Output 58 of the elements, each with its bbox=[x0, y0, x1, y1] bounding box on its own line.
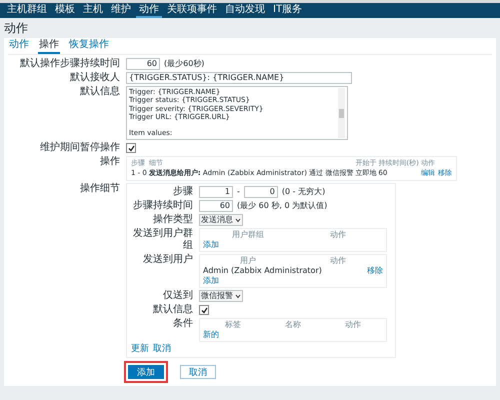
nav-item[interactable]: 模板 bbox=[52, 3, 78, 18]
nav-item[interactable]: 自动发现 bbox=[222, 3, 268, 18]
field-label: 操作类型 bbox=[152, 214, 193, 226]
form-link[interactable]: 取消 bbox=[153, 344, 171, 355]
field-label: 步骤 bbox=[172, 186, 193, 198]
scrollbar[interactable] bbox=[338, 88, 345, 138]
field-label: 发送到用户 bbox=[142, 254, 193, 266]
field-label: 条件 bbox=[172, 318, 193, 330]
number-input[interactable]: 60 bbox=[199, 200, 233, 212]
dropdown[interactable]: 发送消息 bbox=[199, 214, 243, 226]
checkbox[interactable] bbox=[199, 305, 209, 315]
nav-item[interactable]: 动作 bbox=[136, 3, 162, 18]
tab[interactable]: 操作 bbox=[38, 38, 60, 54]
number-input[interactable]: 60 bbox=[126, 58, 160, 70]
field-label: 维护期间暂停操作 bbox=[39, 142, 120, 154]
number-input[interactable]: 1 bbox=[199, 186, 233, 198]
field-label: 操作细节 bbox=[79, 183, 120, 195]
nav-item[interactable]: IT服务 bbox=[270, 3, 306, 18]
text-input[interactable]: {TRIGGER.STATUS}: {TRIGGER.NAME} bbox=[126, 72, 352, 84]
field-label: 默认操作步骤持续时间 bbox=[19, 58, 120, 70]
field-label: 默认信息 bbox=[79, 86, 120, 98]
dropdown[interactable]: 微信报警 bbox=[199, 290, 243, 302]
checkbox[interactable] bbox=[126, 143, 136, 153]
hint-text: (0 - 无穷大) bbox=[282, 186, 326, 198]
page-title: 动作 bbox=[3, 20, 29, 37]
add-link[interactable]: 添加 bbox=[203, 276, 219, 286]
add-button[interactable]: 添加 bbox=[128, 365, 164, 379]
field-label: 默认信息 bbox=[152, 304, 193, 316]
caret-icon bbox=[235, 217, 241, 223]
hint-text: (最少 60 秒, 0 为默认值) bbox=[237, 200, 328, 212]
field-label: 步骤持续时间 bbox=[132, 200, 193, 212]
table-cell: Admin (Zabbix Administrator) bbox=[203, 266, 322, 276]
nav-item[interactable]: 维护 bbox=[108, 3, 134, 18]
add-link[interactable]: 新的 bbox=[203, 330, 219, 340]
add-link[interactable]: 添加 bbox=[203, 240, 219, 250]
column-header: 动作 bbox=[329, 230, 347, 240]
column-header: 动作 bbox=[329, 256, 347, 266]
number-input[interactable]: 0 bbox=[244, 186, 278, 198]
nav-item[interactable]: 主机群组 bbox=[4, 3, 50, 18]
field-label: 操作 bbox=[99, 156, 120, 168]
column-header: 标签 bbox=[224, 320, 242, 330]
hint-text: (最少60秒) bbox=[164, 58, 204, 70]
field-label: 默认接收人 bbox=[69, 72, 120, 84]
column-header: 用户群组 bbox=[231, 230, 265, 240]
column-header: 动作 bbox=[344, 320, 362, 330]
field-label: 仅送到 bbox=[162, 290, 193, 302]
cancel-button[interactable]: 取消 bbox=[180, 365, 216, 379]
separator-text: - bbox=[237, 186, 240, 198]
nav-item[interactable]: 主机 bbox=[80, 3, 106, 18]
column-header: 名称 bbox=[284, 320, 302, 330]
nav-item[interactable]: 关联项事件 bbox=[164, 3, 220, 18]
tab[interactable]: 恢复操作 bbox=[68, 38, 110, 54]
remove-link[interactable]: 移除 bbox=[367, 266, 383, 276]
caret-icon bbox=[235, 293, 241, 299]
field-label: 发送到用户群组 bbox=[132, 228, 193, 252]
tab[interactable]: 动作 bbox=[8, 38, 30, 54]
form-link[interactable]: 更新 bbox=[131, 344, 149, 355]
column-header: 用户 bbox=[239, 256, 257, 266]
